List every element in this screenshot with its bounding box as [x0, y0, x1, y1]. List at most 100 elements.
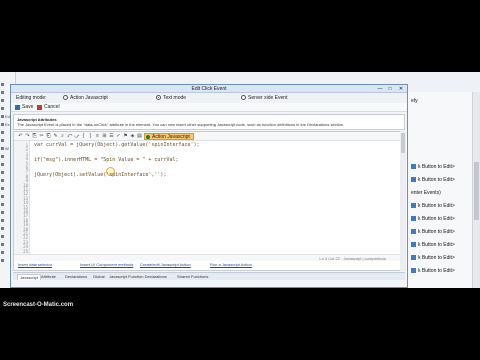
property-row[interactable]: k Button to Edit>: [411, 203, 476, 211]
bottom-tab[interactable]: Javascript Function Declarations: [107, 274, 169, 280]
editor-tool-icon[interactable]: ⤻: [74, 134, 79, 139]
property-row[interactable]: k Button to Edit>: [411, 268, 476, 276]
tree-item-label: Ex: [5, 122, 10, 127]
property-row[interactable]: k Button to Edit>: [411, 216, 476, 224]
editor-tool-icon[interactable]: ⊞: [102, 134, 107, 139]
close-button[interactable]: ✕: [396, 86, 406, 92]
editor-tool-icon[interactable]: ▤: [137, 134, 142, 139]
tree-icon: [1, 251, 4, 255]
radio-selected-icon: [156, 95, 161, 100]
editor-tool-icon[interactable]: ⎗: [46, 134, 51, 139]
radio-icon: [63, 95, 68, 100]
line-number-gutter: 1 2 3 4 5 6 7 8 9 10 11 12 13 14 15 16 17 18 19 20 21 22 23 24 2…: [14, 141, 30, 254]
editor-tool-icon[interactable]: ⎘: [32, 134, 37, 139]
property-row[interactable]: k Button to Edit>: [411, 164, 476, 172]
property-value: enter Events): [411, 190, 441, 196]
property-row[interactable]: k Button to Edit>: [411, 229, 476, 237]
tree-icon: [1, 211, 4, 215]
helper-link[interactable]: Insert data selector: [18, 262, 52, 267]
edit-icon: [411, 216, 416, 221]
property-value: k Button to Edit>: [418, 242, 455, 248]
mode-option-label: Text mode: [163, 95, 187, 101]
minimize-button[interactable]: —: [375, 86, 385, 92]
property-value: k Button to Edit>: [418, 229, 455, 235]
mode-server-side-event[interactable]: Server side Event: [241, 95, 287, 101]
tree-icon: [1, 107, 4, 111]
tree-icon: [1, 123, 4, 127]
tree-icon: [1, 99, 4, 103]
property-row[interactable]: enter Events): [411, 190, 476, 198]
mode-option-label: Server side Event: [248, 95, 288, 101]
editor-tool-icon[interactable]: ☰: [109, 134, 114, 139]
editor-tool-icon[interactable]: ⤺: [67, 134, 72, 139]
mode-option-label: Action Javascript: [70, 95, 108, 101]
code-editor: Action Javascript ↶ ↷ ⎘ ✂ ⎗ ✎ ⌕ ⤺ ⤻{} ≡ ⊞ ☰ ✓ ⚑ ◈ ▤ 123…: [13, 131, 405, 271]
editor-tool-icon[interactable]: ✓: [116, 134, 121, 139]
maximize-button[interactable]: □: [385, 86, 395, 92]
bottom-tab[interactable]: Shared Functions: [175, 274, 210, 280]
javascript-attributes-info: Javascript Attributes The Javascript Eve…: [13, 114, 405, 130]
dialog-scrollbar[interactable]: [400, 131, 406, 271]
bottom-tab[interactable]: Global: [91, 274, 107, 280]
editor-tool-icon[interactable]: ✂: [39, 134, 44, 139]
tree-icon: [1, 83, 4, 87]
property-row[interactable]: ety: [411, 98, 476, 106]
tree-icon: [1, 187, 4, 191]
action-icon: [146, 135, 150, 139]
edit-icon: [411, 255, 416, 260]
helper-link[interactable]: Insert UI Component methods: [80, 262, 133, 267]
tree-icon: [1, 203, 4, 207]
dialog-title-bar: Edit Click Event — □ ✕: [11, 85, 407, 93]
tree-icon: [1, 139, 4, 143]
background-properties-panel: ety k Button to Edit> k Button to Edit> ent…: [405, 92, 480, 288]
helper-link[interactable]: Run a Javascript Action: [210, 262, 252, 267]
code-line: if("msg").innerHTML = "Spin Value = " + …: [34, 157, 179, 163]
editing-mode-label: Editing mode:: [16, 95, 47, 101]
property-row[interactable]: k Button to Edit>: [411, 177, 476, 185]
cancel-button[interactable]: Cancel: [37, 104, 60, 111]
editor-tool-icon[interactable]: ⚑: [123, 134, 128, 139]
editor-tool-icon[interactable]: {: [81, 134, 86, 139]
code-area[interactable]: var currVal = jQuery(Object).getValue('s…: [34, 141, 402, 254]
tree-icon: [1, 219, 4, 223]
helper-link[interactable]: Create/edit Javascript Action: [140, 262, 191, 267]
editor-tool-icon[interactable]: ◈: [130, 134, 135, 139]
editor-tool-icon[interactable]: }: [88, 134, 93, 139]
bottom-tab-bar: Javascript Attribute Declarations Global Jav…: [13, 272, 405, 280]
save-toolbar: Save Cancel: [11, 103, 407, 112]
helper-links: Insert data selector Insert UI Component …: [14, 261, 404, 268]
editor-tool-icon[interactable]: ≡: [95, 134, 100, 139]
mode-text[interactable]: Text mode: [156, 95, 186, 101]
tree-icon: [1, 259, 4, 263]
tree-icon: [1, 115, 4, 119]
property-value: k Button to Edit>: [418, 164, 455, 170]
edit-icon: [411, 242, 416, 247]
property-row[interactable]: k Button to Edit>: [411, 242, 476, 250]
cancel-icon: [37, 105, 42, 110]
tree-icon: [1, 235, 4, 239]
edit-icon: [411, 177, 416, 182]
bottom-tab[interactable]: Attribute: [39, 274, 58, 280]
bottom-tab[interactable]: Declarations: [63, 274, 89, 280]
tree-item-label: W: [5, 146, 9, 151]
editing-mode-row: Editing mode: Action Javascript Text mod…: [11, 93, 407, 103]
editor-tool-icon[interactable]: ⌕: [60, 134, 65, 139]
mode-action-javascript[interactable]: Action Javascript: [63, 95, 108, 101]
dialog-scrollbar-thumb[interactable]: [401, 133, 405, 153]
tree-icon: [1, 91, 4, 95]
property-value: k Button to Edit>: [418, 203, 455, 209]
line-number: 25: [23, 248, 28, 254]
edit-icon: [411, 203, 416, 208]
save-button[interactable]: Save: [15, 104, 33, 111]
property-value: k Button to Edit>: [418, 177, 455, 183]
tree-icon: [1, 147, 4, 151]
action-javascript-button[interactable]: Action Javascript: [144, 133, 194, 140]
tree-icon: [1, 131, 4, 135]
bottom-tab[interactable]: Javascript: [17, 274, 42, 280]
property-row[interactable]: k Button to Edit>: [411, 255, 476, 263]
edit-icon: [411, 164, 416, 169]
watermark: Screencast-O-Matic.com: [3, 302, 74, 308]
editor-tool-icon[interactable]: ↶: [18, 134, 23, 139]
editor-tool-icon[interactable]: ↷: [25, 134, 30, 139]
editor-tool-icon[interactable]: ✎: [53, 134, 58, 139]
